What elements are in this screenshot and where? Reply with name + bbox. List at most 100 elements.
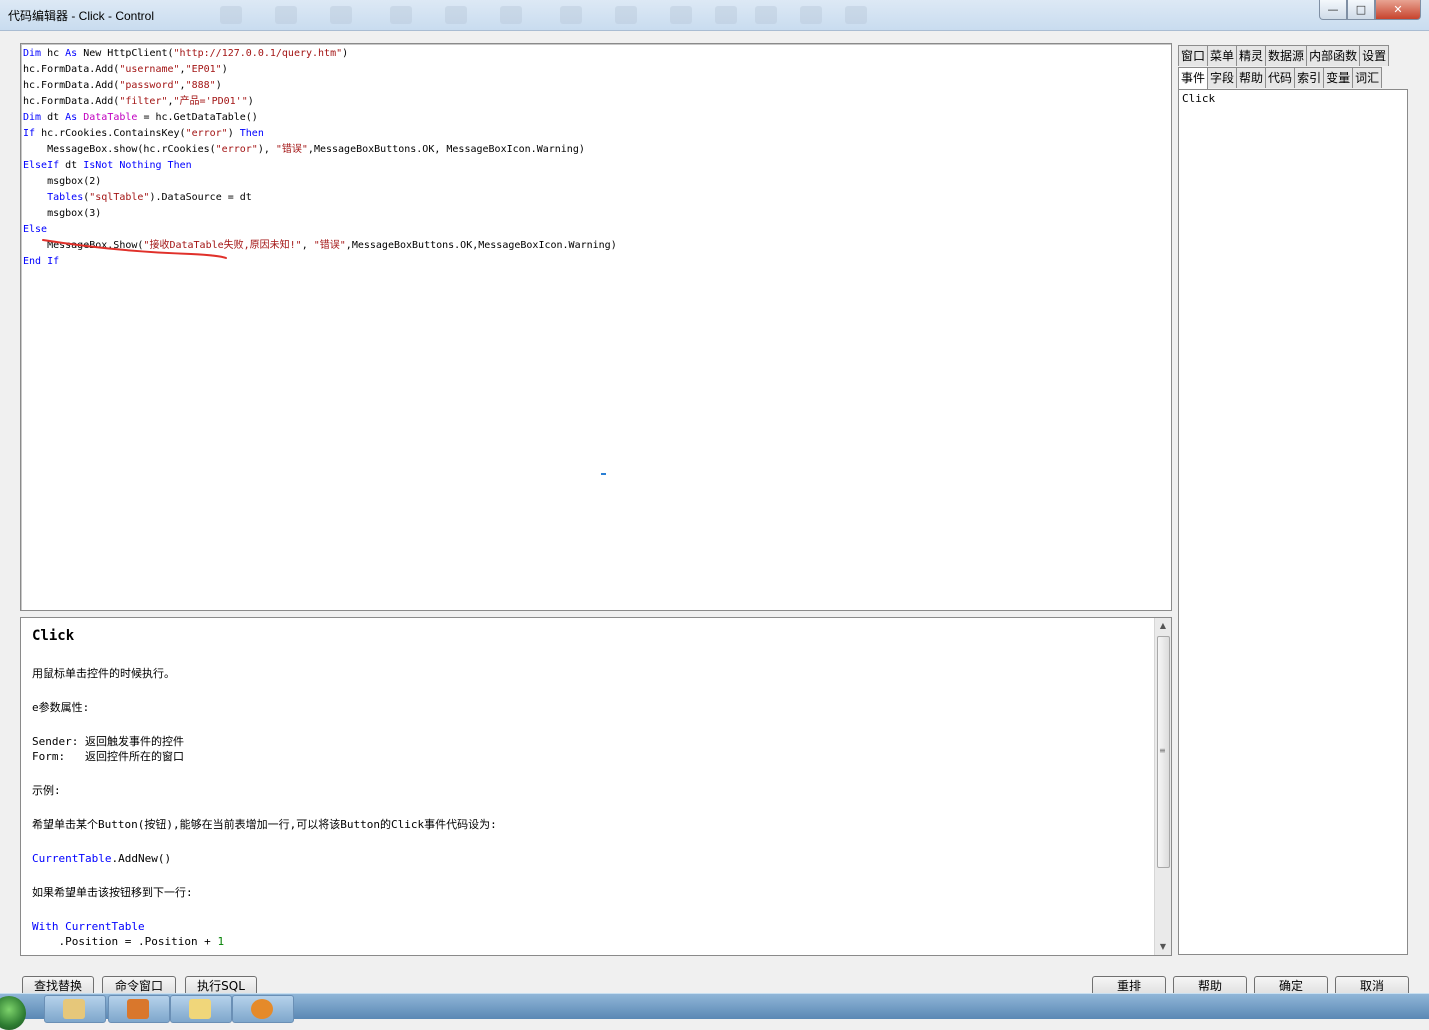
code-token: "filter" — [119, 96, 168, 107]
faded-toolbar-icon — [220, 6, 242, 24]
code-token: IsNot — [83, 160, 114, 171]
code-token: "错误" — [313, 240, 346, 251]
help-token: With — [32, 920, 59, 933]
app-icon — [63, 999, 85, 1019]
scroll-up-icon[interactable]: ▲ — [1155, 618, 1171, 634]
code-token: ), — [257, 144, 276, 155]
code-token: "error" — [185, 128, 228, 139]
tab-row1-5[interactable]: 设置 — [1359, 45, 1390, 66]
taskbar-app-button[interactable] — [108, 995, 170, 1023]
code-line: msgbox(3) — [23, 206, 617, 222]
window-controls: — □ ✕ — [1319, 0, 1421, 20]
code-token: "username" — [119, 64, 180, 75]
code-token: "错误" — [275, 144, 308, 155]
help-spacer — [32, 866, 497, 885]
code-line: Dim dt As DataTable = hc.GetDataTable() — [23, 110, 617, 126]
tab-row1-2[interactable]: 精灵 — [1236, 45, 1267, 66]
code-token: ElseIf — [23, 160, 60, 171]
code-token: ) — [227, 128, 240, 139]
scroll-grip-icon: ≡ — [1159, 746, 1166, 755]
faded-toolbar-icon — [670, 6, 692, 24]
code-line: msgbox(2) — [23, 174, 617, 190]
code-token: DataTable — [83, 112, 138, 123]
code-line: Tables("sqlTable").DataSource = dt — [23, 190, 617, 206]
event-item-click[interactable]: Click — [1182, 92, 1215, 105]
code-token: Then — [167, 160, 192, 171]
faded-toolbar-icon — [560, 6, 582, 24]
taskbar-app-button[interactable] — [232, 995, 294, 1023]
help-line: Sender: 返回触发事件的控件 — [32, 735, 184, 748]
code-token: hc.rCookies.ContainsKey( — [35, 128, 186, 139]
code-token: As — [65, 48, 78, 59]
help-spacer — [32, 832, 497, 851]
code-token: ) — [247, 96, 254, 107]
tab-row-1: 窗口 菜单 精灵 数据源 内部函数 设置 — [1178, 45, 1390, 66]
help-scrollbar[interactable]: ▲ ≡ ▼ — [1154, 618, 1171, 955]
code-token: ) — [215, 80, 222, 91]
code-token: As — [65, 112, 78, 123]
code-token: Nothing — [119, 160, 162, 171]
faded-toolbar-icon — [445, 6, 467, 24]
close-button[interactable]: ✕ — [1375, 0, 1421, 20]
code-token: hc.FormData.Add( — [23, 96, 120, 107]
help-line: 如果希望单击该按钮移到下一行: — [32, 886, 193, 899]
faded-toolbar-icon — [615, 6, 637, 24]
tab-row1-3[interactable]: 数据源 — [1265, 45, 1308, 66]
code-token: Dim — [23, 112, 42, 123]
tab-row2-0[interactable]: 事件 — [1178, 67, 1209, 90]
help-panel[interactable]: Click 用鼠标单击控件的时候执行。 e参数属性: Sender: 返回触发事件的… — [20, 617, 1172, 956]
code-token: "sqlTable" — [89, 192, 150, 203]
faded-toolbar-icon — [800, 6, 822, 24]
help-spacer — [32, 715, 497, 734]
help-spacer — [32, 764, 497, 783]
code-line: If hc.rCookies.ContainsKey("error") Then — [23, 126, 617, 142]
code-token: dt — [59, 160, 84, 171]
code-editor[interactable]: Dim hc As New HttpClient("http://127.0.0… — [20, 43, 1172, 611]
code-token: New HttpClient( — [77, 48, 174, 59]
minimize-button[interactable]: — — [1319, 0, 1347, 20]
tab-row2-4[interactable]: 索引 — [1294, 67, 1325, 88]
window-title: 代码编辑器 - Click - Control — [8, 9, 155, 23]
faded-toolbar-icon — [845, 6, 867, 24]
code-token: "password" — [119, 80, 180, 91]
taskbar-app-button[interactable] — [44, 995, 106, 1023]
code-token: "888" — [185, 80, 216, 91]
tab-row2-3[interactable]: 代码 — [1265, 67, 1296, 88]
help-line: With CurrentTable — [32, 919, 497, 934]
faded-toolbar-icon — [390, 6, 412, 24]
start-orb-icon[interactable] — [0, 996, 26, 1030]
help-content: Click 用鼠标单击控件的时候执行。 e参数属性: Sender: 返回触发事件的… — [32, 628, 497, 949]
title-bar: 代码编辑器 - Click - Control — □ ✕ — [0, 0, 1429, 31]
help-line: .Position = .Position + 1 — [32, 934, 497, 949]
app-icon — [127, 999, 149, 1019]
help-spacer — [32, 900, 497, 919]
tab-row1-4[interactable]: 内部函数 — [1306, 45, 1361, 66]
scroll-down-icon[interactable]: ▼ — [1155, 939, 1171, 955]
code-token: If — [23, 128, 36, 139]
code-token: hc.FormData.Add( — [23, 64, 120, 75]
help-line: e参数属性: — [32, 701, 90, 714]
code-token: , — [301, 240, 314, 251]
code-token: "error" — [215, 144, 258, 155]
help-token: .Position = .Position + — [32, 935, 218, 948]
tab-row1-0[interactable]: 窗口 — [1178, 45, 1209, 66]
help-line: CurrentTable.AddNew() — [32, 851, 497, 866]
code-line: Dim hc As New HttpClient("http://127.0.0… — [23, 46, 617, 62]
tab-row2-2[interactable]: 帮助 — [1236, 67, 1267, 88]
red-annotation-underline — [42, 239, 227, 259]
help-line: Form: 返回控件所在的窗口 — [32, 750, 184, 763]
tab-row1-1[interactable]: 菜单 — [1207, 45, 1238, 66]
faded-toolbar-icon — [330, 6, 352, 24]
code-token: ).DataSource = dt — [149, 192, 252, 203]
tab-row2-6[interactable]: 词汇 — [1352, 67, 1383, 88]
faded-toolbar-icon — [755, 6, 777, 24]
folder-icon — [189, 999, 211, 1019]
code-token: Tables — [47, 192, 84, 203]
help-token: 1 — [217, 935, 225, 948]
code-token: = hc.GetDataTable() — [137, 112, 258, 123]
tab-row2-1[interactable]: 字段 — [1207, 67, 1238, 88]
taskbar-app-button[interactable] — [170, 995, 232, 1023]
maximize-button[interactable]: □ — [1347, 0, 1375, 20]
code-line: ElseIf dt IsNot Nothing Then — [23, 158, 617, 174]
tab-row2-5[interactable]: 变量 — [1323, 67, 1354, 88]
